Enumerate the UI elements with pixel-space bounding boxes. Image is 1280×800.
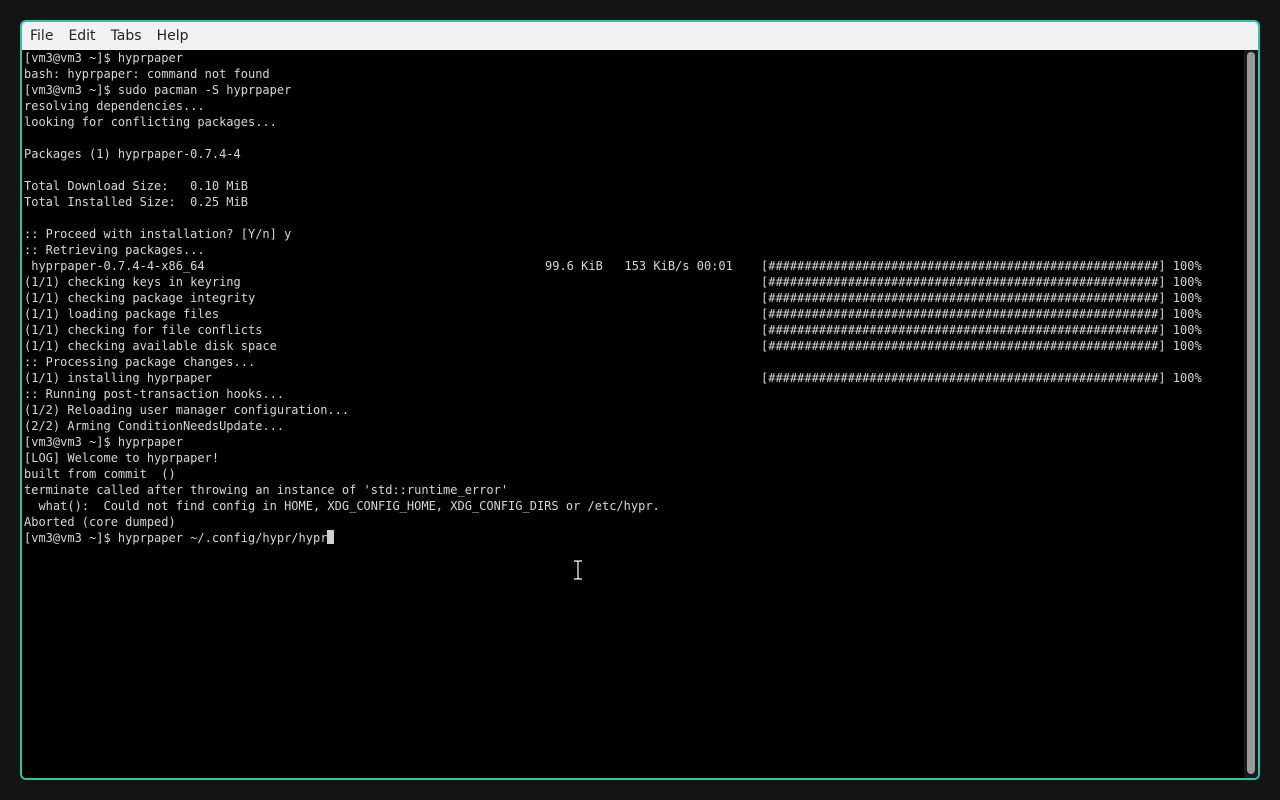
menu-tabs[interactable]: Tabs	[111, 28, 142, 44]
terminal-line-text: looking for conflicting packages...	[24, 115, 277, 129]
terminal-line-text: terminate called after throwing an insta…	[24, 483, 509, 497]
terminal-line: (1/1) checking keys in keyring [#########…	[24, 274, 1244, 290]
terminal-line-text: [vm3@vm3 ~]$ hyprpaper	[24, 51, 183, 65]
terminal-line-text: resolving dependencies...	[24, 99, 205, 113]
terminal-line: :: Processing package changes...	[24, 354, 1244, 370]
progress-bar-text: [#######################################…	[761, 275, 1202, 289]
terminal-line: Total Installed Size: 0.25 MiB	[24, 194, 1244, 210]
terminal-line: (2/2) Arming ConditionNeedsUpdate...	[24, 418, 1244, 434]
ibeam-cursor-icon	[574, 560, 582, 580]
text-cursor	[327, 530, 335, 544]
terminal-line-text: Aborted (core dumped)	[24, 515, 176, 529]
terminal-line-text: [LOG] Welcome to hyprpaper!	[24, 451, 220, 465]
menu-help[interactable]: Help	[157, 28, 189, 44]
terminal-line: terminate called after throwing an insta…	[24, 482, 1244, 498]
terminal-line: resolving dependencies...	[24, 98, 1244, 114]
terminal-line-text: Total Download Size: 0.10 MiB	[24, 179, 248, 193]
terminal-line: (1/1) checking for file conflicts [######…	[24, 322, 1244, 338]
terminal-line-text: (2/2) Arming ConditionNeedsUpdate...	[24, 419, 285, 433]
terminal-line-text: :: Proceed with installation? [Y/n] y	[24, 227, 292, 241]
terminal-line-text: hyprpaper-0.7.4-4-x86_64	[24, 259, 205, 273]
terminal-line: [vm3@vm3 ~]$ hyprpaper	[24, 50, 1244, 66]
terminal-line-text: what(): Could not find config in HOME, X…	[24, 499, 660, 513]
terminal-line: (1/1) installing hyprpaper [#############…	[24, 370, 1244, 386]
terminal-line: hyprpaper-0.7.4-4-x86_64 99.6 KiB 153 KiB…	[24, 258, 1244, 274]
progress-bar-text: [#######################################…	[761, 307, 1202, 321]
terminal-line: bash: hyprpaper: command not found	[24, 66, 1244, 82]
progress-bar-text: [#######################################…	[761, 339, 1202, 353]
terminal-line-text: (1/2) Reloading user manager configurati…	[24, 403, 350, 417]
terminal-line: [vm3@vm3 ~]$ sudo pacman -S hyprpaper	[24, 82, 1244, 98]
download-stats: 99.6 KiB 153 KiB/s 00:01	[545, 259, 733, 273]
terminal-line: :: Proceed with installation? [Y/n] y	[24, 226, 1244, 242]
progress-bar-text: [#######################################…	[761, 291, 1202, 305]
terminal-line-text: (1/1) checking package integrity	[24, 291, 256, 305]
terminal-window: File Edit Tabs Help [vm3@vm3 ~]$ hyprpap…	[20, 20, 1260, 780]
terminal-line-text: (1/1) checking keys in keyring	[24, 275, 241, 289]
terminal-line-text: built from commit ()	[24, 467, 176, 481]
terminal-line: [vm3@vm3 ~]$ hyprpaper	[24, 434, 1244, 450]
terminal-line-text: :: Retrieving packages...	[24, 243, 205, 257]
menu-edit[interactable]: Edit	[68, 28, 95, 44]
terminal-line: looking for conflicting packages...	[24, 114, 1244, 130]
terminal-line: :: Running post-transaction hooks...	[24, 386, 1244, 402]
terminal-line-text: Total Installed Size: 0.25 MiB	[24, 195, 248, 209]
terminal-output[interactable]: [vm3@vm3 ~]$ hyprpaper bash: hyprpaper: c…	[22, 50, 1244, 778]
terminal-prompt-line[interactable]: [vm3@vm3 ~]$ hyprpaper ~/.config/hypr/hy…	[24, 530, 1244, 546]
terminal-line-text: :: Processing package changes...	[24, 355, 256, 369]
terminal-line: :: Retrieving packages...	[24, 242, 1244, 258]
terminal-line-text: (1/1) loading package files	[24, 307, 220, 321]
progress-bar-text: [#######################################…	[761, 371, 1202, 385]
terminal-line: what(): Could not find config in HOME, X…	[24, 498, 1244, 514]
terminal-line-text: (1/1) checking for file conflicts	[24, 323, 263, 337]
vertical-scrollbar[interactable]	[1244, 50, 1258, 778]
progress-bar-text: [#######################################…	[761, 259, 1202, 273]
terminal-line: (1/1) loading package files [############…	[24, 306, 1244, 322]
scrollbar-thumb[interactable]	[1247, 52, 1255, 774]
terminal-line-text: :: Running post-transaction hooks...	[24, 387, 285, 401]
terminal-line: built from commit ()	[24, 466, 1244, 482]
prompt-text: [vm3@vm3 ~]$ hyprpaper ~/.config/hypr/hy…	[24, 531, 328, 545]
menu-bar: File Edit Tabs Help	[22, 22, 1258, 50]
terminal-line: (1/2) Reloading user manager configurati…	[24, 402, 1244, 418]
terminal-line: (1/1) checking available disk space [####…	[24, 338, 1244, 354]
terminal-line-text: Packages (1) hyprpaper-0.7.4-4	[24, 147, 241, 161]
terminal-line-text: bash: hyprpaper: command not found	[24, 67, 270, 81]
terminal-line: [LOG] Welcome to hyprpaper!	[24, 450, 1244, 466]
terminal-line: (1/1) checking package integrity [#######…	[24, 290, 1244, 306]
terminal-line: Packages (1) hyprpaper-0.7.4-4	[24, 146, 1244, 162]
menu-file[interactable]: File	[30, 28, 53, 44]
terminal-line-text: [vm3@vm3 ~]$ sudo pacman -S hyprpaper	[24, 83, 292, 97]
terminal-line-text: (1/1) checking available disk space	[24, 339, 277, 353]
terminal-line: Total Download Size: 0.10 MiB	[24, 178, 1244, 194]
terminal-line-text: (1/1) installing hyprpaper	[24, 371, 212, 385]
terminal-line-text: [vm3@vm3 ~]$ hyprpaper	[24, 435, 183, 449]
progress-bar-text: [#######################################…	[761, 323, 1202, 337]
terminal-line: Aborted (core dumped)	[24, 514, 1244, 530]
